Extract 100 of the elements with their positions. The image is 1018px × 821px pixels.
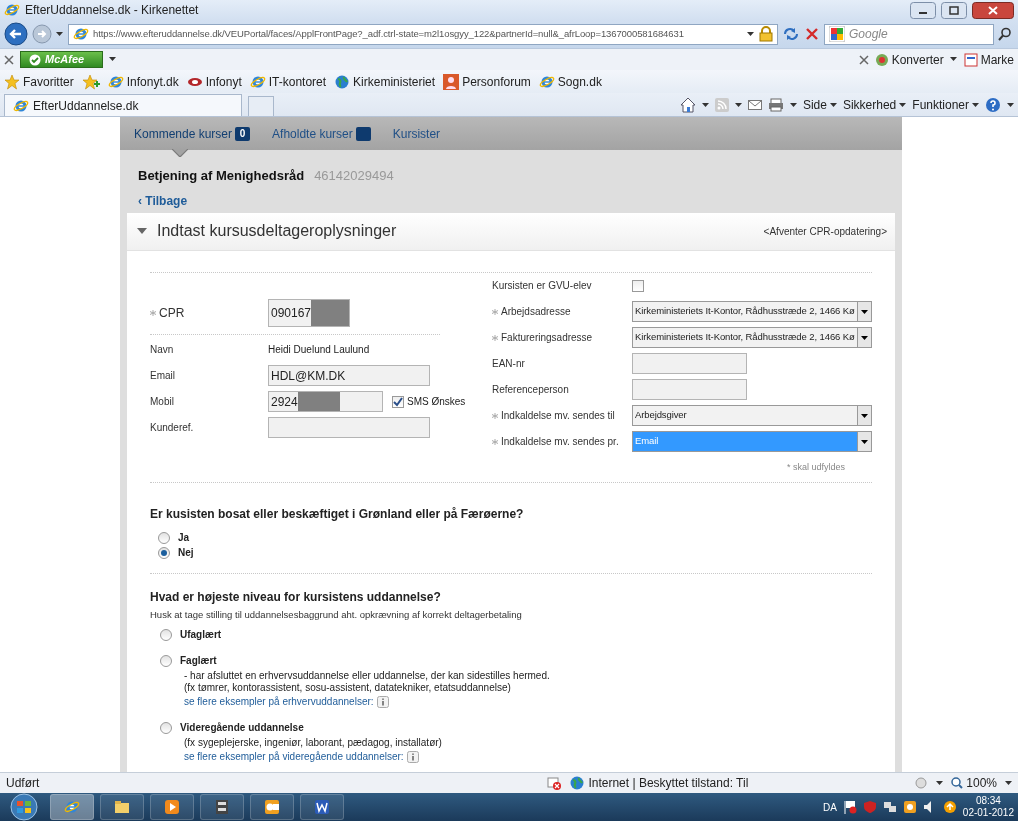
flag-icon[interactable] [842,800,857,814]
checkbox[interactable] [392,395,404,408]
close-icon[interactable] [858,54,869,65]
refresh-icon[interactable] [782,26,800,42]
examples-link[interactable]: se flere eksempler på erhvervuddannelser: [184,694,374,710]
dropdown[interactable]: Kirkeministeriets It-Kontor, Rådhusstræde 2, 1466 Kø [632,301,872,322]
taskbar-button[interactable] [200,794,244,820]
browser-tab[interactable]: EfterUddannelse.dk [4,94,242,116]
radio-button[interactable] [160,721,172,734]
favorite-link[interactable]: Personforum [443,72,531,91]
star-icon [4,73,20,90]
description-text: (fx tømrer, kontorassistent, sosu-assistent, datatekniker, etatsuddannelse) [184,682,512,695]
favorite-link[interactable]: Infonyt.dk [107,72,179,91]
dropdown-icon[interactable] [747,31,755,37]
close-icon[interactable] [972,1,1014,19]
caret-icon [861,439,868,444]
caret-icon [861,335,868,340]
nav-link[interactable]: Kommende kurser 0 [134,117,251,157]
menu-button[interactable]: Sikkerhed [842,95,907,114]
dropdown-icon[interactable] [789,102,797,107]
favorite-link[interactable]: Sogn.dk [538,72,602,91]
page-icon [73,26,89,42]
dropdown-icon[interactable] [1007,102,1014,107]
search-field[interactable]: Google [824,23,994,45]
examples-link[interactable]: se flere eksempler på videregående uddannelser: [184,749,404,765]
nav-link[interactable]: Kursister [392,117,441,157]
home-icon[interactable] [679,96,696,113]
shield-icon [29,53,41,66]
print-icon[interactable] [767,97,784,112]
dropdown[interactable]: Arbejdsgiver [632,405,872,426]
dropdown-icon[interactable] [734,102,742,107]
favorite-link[interactable]: IT-kontoret [249,72,327,91]
input-field[interactable] [268,417,430,438]
favorites-button[interactable]: Favoritter [4,72,74,91]
taskbar-button[interactable] [250,794,294,820]
browser-icon [64,799,80,815]
clock-date: 02-01-2012 [962,807,1014,819]
field-label: Kursisten er GVU-elev [492,279,592,293]
add-favorite-icon[interactable] [81,73,100,90]
option-label: Faglært [180,654,217,669]
person-icon [443,73,460,90]
radio-button[interactable] [160,628,172,641]
folder-icon [114,799,130,815]
maximize-icon[interactable] [941,1,967,19]
dropdown-icon[interactable] [701,102,709,107]
toolbar-button[interactable]: Konverter [874,50,944,69]
page-icon [4,2,20,18]
back-link[interactable]: ‹ Tilbage [138,191,188,210]
collapse-icon[interactable] [137,227,147,235]
input-field[interactable]: HDL@KM.DK [268,365,430,386]
clock-time: 08:34 [974,795,1002,807]
help-icon[interactable] [985,96,1001,113]
taskbar-button[interactable] [100,794,144,820]
radio-button[interactable] [158,546,170,559]
taskbar-button[interactable] [150,794,194,820]
input-field[interactable] [632,353,747,374]
input-field[interactable]: 090167 [268,298,350,327]
address-field[interactable]: https://www.efteruddannelse.dk/VEUPortal/faces/ApplFrontPage?_adf.ctrl-state=m2l1osgyy_122&partnerId=null&_afrLoop=1367000581684631 [68,23,778,45]
checkbox[interactable] [632,279,644,292]
dropdown-icon[interactable] [949,57,958,62]
globe-icon [334,73,351,90]
favorite-link[interactable]: Infonyt [186,72,242,91]
back-icon[interactable] [4,22,28,46]
app-icon[interactable] [902,800,917,814]
minimize-icon[interactable] [910,1,936,19]
favorite-link[interactable]: Kirkeministeriet [334,72,436,91]
menu-button[interactable]: Side [802,95,837,114]
radio-button[interactable] [158,531,170,544]
info-icon[interactable] [406,750,419,763]
nav-link[interactable]: Afholdte kurser [272,117,371,157]
course-number: 46142029494 [314,167,394,185]
input-field[interactable] [632,379,747,400]
info-icon[interactable] [376,695,389,708]
dropdown-icon[interactable] [1005,781,1012,785]
dropdown-icon[interactable] [936,781,944,785]
field-label: CPR [159,304,185,322]
dropdown-icon[interactable] [109,57,118,62]
field-label: Mobil [150,395,174,409]
input-field[interactable]: 2924 [268,391,383,412]
stop-icon[interactable] [804,26,820,42]
zoom-icon [951,777,964,789]
dropdown-icon[interactable] [56,31,64,37]
toolbar-button[interactable]: Marke [963,50,1014,69]
update-icon[interactable] [942,800,957,814]
network-icon[interactable] [882,800,897,814]
search-icon[interactable] [998,27,1012,41]
radio-button[interactable] [160,654,172,667]
close-icon[interactable] [4,54,14,65]
field-label: Arbejdsadresse [501,305,571,319]
language-indicator[interactable]: DA [822,799,837,815]
field-label: Faktureringsadresse [501,331,593,345]
zone-indicator: Internet | Beskyttet tilstand: Til [569,774,749,792]
menu-button[interactable]: Funktioner [912,95,979,114]
field-label: Navn [150,343,174,357]
dropdown[interactable]: Kirkeministeriets It-Kontor, Rådhusstræde 2, 1466 Kø [632,327,872,348]
taskbar-button[interactable] [300,794,344,820]
question-title: Hvad er højeste niveau for kursistens uddannelse? [150,589,442,606]
field-label: Kunderef. [150,421,194,435]
description-text: (fx sygeplejerske, ingeniør, laborant, pædagog, installatør) [184,737,443,750]
zoom-button[interactable]: 100% [951,774,997,792]
